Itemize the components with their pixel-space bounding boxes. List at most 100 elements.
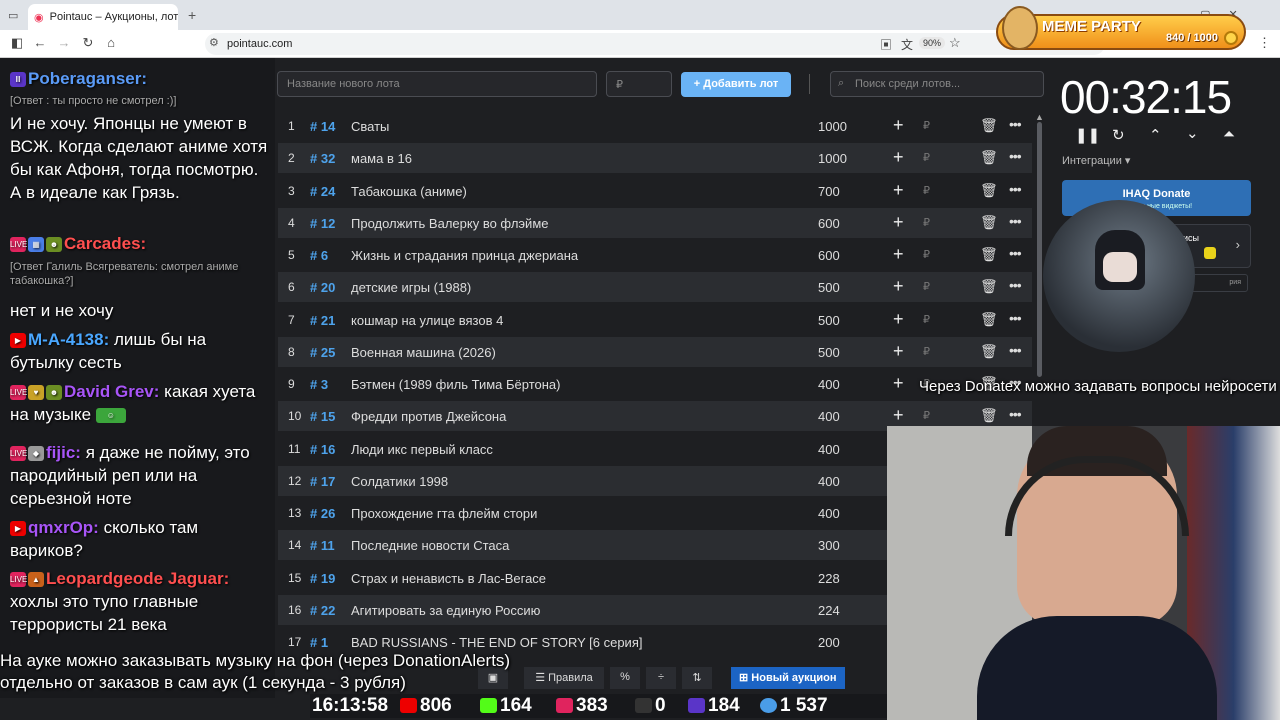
lot-row[interactable]: 1 # 14 Сваты 1000 ₽ + 🗑 •••	[278, 111, 1032, 141]
lot-name[interactable]: Бэтмен (1989 филь Тима Бёртона)	[351, 377, 560, 392]
lot-currency-input[interactable]: ₽	[923, 409, 930, 422]
delete-icon[interactable]: 🗑	[980, 246, 998, 263]
lot-row[interactable]: 6 # 20 детские игры (1988) 500 ₽ + 🗑 •••	[278, 272, 1032, 303]
sort-icon[interactable]: ⇅	[682, 667, 712, 689]
lot-currency-input[interactable]: ₽	[923, 345, 930, 358]
lot-row[interactable]: 3 # 24 Табакошка (аниме) 700 ₽ + 🗑 •••	[278, 176, 1032, 206]
delete-icon[interactable]: 🗑	[980, 214, 998, 231]
delete-icon[interactable]: 🗑	[980, 278, 998, 295]
lot-list-scrollbar[interactable]	[1037, 122, 1042, 377]
lot-name-input[interactable]: Название нового лота	[277, 71, 597, 97]
home-icon[interactable]: ⌂	[102, 35, 120, 50]
bookmark-icon[interactable]: ☆	[949, 35, 961, 51]
more-icon[interactable]: •••	[1009, 116, 1022, 132]
add-amount-icon[interactable]: +	[893, 341, 904, 362]
lot-currency-input[interactable]: ₽	[923, 248, 930, 261]
lot-name[interactable]: Люди икс первый класс	[351, 442, 493, 457]
add-amount-icon[interactable]: +	[893, 147, 904, 168]
add-amount-icon[interactable]: +	[893, 309, 904, 330]
lot-name[interactable]: мама в 16	[351, 151, 412, 166]
lot-row[interactable]: 2 # 32 мама в 16 1000 ₽ + 🗑 •••	[278, 143, 1032, 174]
delete-icon[interactable]: 🗑	[980, 117, 998, 134]
lot-name[interactable]: Военная машина (2026)	[351, 345, 496, 360]
reload-icon[interactable]: ↻	[79, 35, 97, 51]
lot-amount-input[interactable]: ₽	[606, 71, 672, 97]
lot-id: # 14	[310, 119, 336, 134]
lot-name[interactable]: Продолжить Валерку во флэйме	[351, 216, 548, 231]
split-icon[interactable]: ÷	[646, 667, 676, 689]
add-amount-icon[interactable]: +	[893, 180, 904, 201]
scroll-up-icon[interactable]: ▲	[1035, 112, 1044, 122]
more-icon[interactable]: •••	[1009, 406, 1022, 422]
double-chevron-up-icon[interactable]: ⏶	[1223, 126, 1235, 143]
lot-name[interactable]: Агитировать за единую Россию	[351, 603, 540, 618]
new-auction-label: Новый аукцион	[751, 672, 837, 684]
lot-name[interactable]: BAD RUSSIANS - THE END OF STORY [6 серия…	[351, 635, 642, 650]
chevron-up-icon[interactable]: ⌃	[1149, 126, 1162, 144]
back-icon[interactable]: ←	[31, 35, 49, 50]
delete-icon[interactable]: 🗑	[980, 311, 998, 328]
add-amount-icon[interactable]: +	[893, 373, 904, 394]
new-tab-icon[interactable]: +	[188, 7, 196, 23]
zoom-level[interactable]: 90%	[918, 37, 945, 49]
lot-currency-input[interactable]: ₽	[923, 280, 930, 293]
more-icon[interactable]: •••	[1009, 342, 1022, 358]
more-icon[interactable]: •••	[1009, 277, 1022, 293]
lot-currency-input[interactable]: ₽	[923, 184, 930, 197]
restart-icon[interactable]: ↻	[1112, 126, 1125, 144]
lot-name[interactable]: Жизнь и страдания принца джериана	[351, 248, 578, 263]
lot-name[interactable]: Табакошка (аниме)	[351, 184, 467, 199]
tab-menu-icon[interactable]: ▭	[8, 9, 18, 22]
lot-name[interactable]: Солдатики 1998	[351, 474, 448, 489]
lot-row[interactable]: 5 # 6 Жизнь и страдания принца джериана 600…	[278, 240, 1032, 270]
delete-icon[interactable]: 🗑	[980, 182, 998, 199]
lot-index: 12	[288, 473, 302, 488]
more-icon[interactable]: •••	[1009, 245, 1022, 261]
percent-button[interactable]: %	[610, 667, 640, 689]
sidebar-icon[interactable]: ◧	[8, 35, 26, 51]
more-icon[interactable]: •••	[1009, 181, 1022, 197]
add-amount-icon[interactable]: +	[893, 212, 904, 233]
grid-icon: ⊞	[739, 672, 752, 684]
site-info-icon[interactable]: ⚙	[209, 36, 219, 49]
forward-icon[interactable]: →	[55, 35, 73, 50]
lot-currency-input[interactable]: ₽	[923, 216, 930, 229]
live-badge-icon: LIVE	[10, 446, 27, 462]
lot-name[interactable]: детские игры (1988)	[351, 280, 471, 295]
more-icon[interactable]: •••	[1009, 310, 1022, 326]
integrations-dropdown[interactable]: Интеграции ▾	[1062, 154, 1130, 167]
rules-button[interactable]: ☰ Правила	[524, 667, 604, 689]
lot-name[interactable]: Сваты	[351, 119, 389, 134]
lot-name[interactable]: Фредди против Джейсона	[351, 409, 506, 424]
page-actions-icons[interactable]: ▣文	[880, 36, 922, 53]
lot-name[interactable]: кошмар на улице вязов 4	[351, 313, 503, 328]
delete-icon[interactable]: 🗑	[980, 343, 998, 360]
add-amount-icon[interactable]: +	[893, 115, 904, 136]
chevron-down-icon[interactable]: ⌄	[1186, 124, 1199, 142]
lot-index: 5	[288, 248, 295, 262]
url-text: pointauc.com	[227, 38, 293, 50]
lot-search-input[interactable]: Поиск среди лотов...	[830, 71, 1044, 97]
lot-currency-input[interactable]: ₽	[923, 151, 930, 164]
menu-icon[interactable]: ⋮	[1258, 35, 1271, 51]
add-lot-button[interactable]: + Добавить лот	[681, 72, 791, 97]
delete-icon[interactable]: 🗑	[980, 149, 998, 166]
add-amount-icon[interactable]: +	[893, 244, 904, 265]
browser-tab[interactable]: ◉ Pointauc – Аукционы, лотереи ✕	[28, 4, 178, 30]
lot-currency-input[interactable]: ₽	[923, 119, 930, 132]
add-amount-icon[interactable]: +	[893, 276, 904, 297]
more-icon[interactable]: •••	[1009, 148, 1022, 164]
pause-icon[interactable]: ❚❚	[1075, 126, 1100, 144]
lot-name[interactable]: Прохождение гта флейм стори	[351, 506, 537, 521]
url-field[interactable]: pointauc.com	[205, 33, 1105, 55]
lot-row[interactable]: 4 # 12 Продолжить Валерку во флэйме 600 ₽ + 🗑 •…	[278, 207, 1032, 238]
delete-icon[interactable]: 🗑	[980, 407, 998, 424]
lot-row[interactable]: 7 # 21 кошмар на улице вязов 4 500 ₽ + 🗑 •••	[278, 305, 1032, 335]
lot-name[interactable]: Последние новости Стаса	[351, 538, 509, 553]
lot-currency-input[interactable]: ₽	[923, 313, 930, 326]
more-icon[interactable]: •••	[1009, 213, 1022, 229]
lot-name[interactable]: Страх и ненависть в Лас-Вегасе	[351, 571, 546, 586]
new-auction-button[interactable]: ⊞ Новый аукцион	[731, 667, 845, 689]
add-amount-icon[interactable]: +	[893, 405, 904, 426]
lot-row[interactable]: 8 # 25 Военная машина (2026) 500 ₽ + 🗑 •••	[278, 336, 1032, 367]
